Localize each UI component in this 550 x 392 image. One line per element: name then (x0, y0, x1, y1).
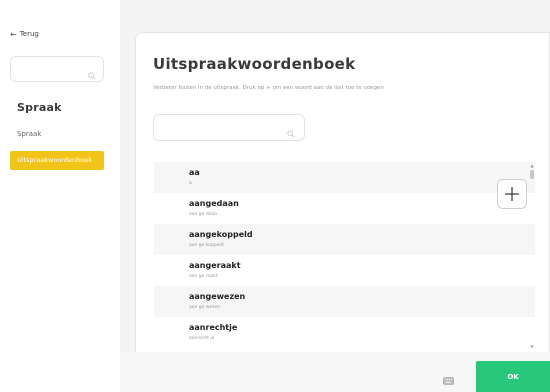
pronunciation: aan ge wezen (189, 305, 221, 310)
list-item[interactable]: aanrechtje aanrecht je (154, 317, 535, 348)
add-word-button[interactable] (497, 179, 527, 209)
arrow-left-icon: ← (10, 29, 17, 39)
pronunciation: a (189, 181, 192, 186)
list-item[interactable]: aangedaan aan ge daan (154, 193, 535, 224)
plus-icon (505, 187, 519, 201)
list-item[interactable]: aangeraakt aan ge raakt (154, 255, 535, 286)
scroll-down-icon[interactable]: ▼ (529, 344, 535, 349)
search-icon (287, 123, 295, 142)
word: aanrechtje (189, 323, 238, 332)
pronunciation: aanrecht je (189, 336, 215, 341)
word: aangedaan (189, 199, 239, 208)
sidebar: ← Terug Spraak Spraak Uitspraakwoordenbo… (0, 0, 120, 392)
keyboard-icon[interactable] (443, 370, 454, 389)
list-item[interactable]: aangekoppeld aan ge koppeld (154, 224, 535, 255)
back-label: Terug (19, 30, 39, 38)
word: aa (189, 168, 200, 177)
content-card: Uitspraakwoordenboek Verbeter fouten in … (135, 32, 550, 392)
sidebar-item-uitspraakwoordenboek[interactable]: Uitspraakwoordenboek (10, 151, 104, 170)
scroll-up-icon[interactable]: ▲ (529, 163, 535, 168)
page-subtitle: Verbeter fouten in de uitspraak. Druk op… (153, 85, 384, 91)
back-link[interactable]: ← Terug (10, 30, 39, 38)
sidebar-item-spraak[interactable]: Spraak (17, 130, 41, 138)
word: aangewezen (189, 292, 246, 301)
word-list: aa a aangedaan aan ge daan aangekoppeld … (154, 162, 535, 354)
search-icon (88, 65, 96, 84)
scrollbar-thumb[interactable] (530, 170, 534, 179)
sidebar-search-input[interactable] (10, 56, 104, 82)
list-item[interactable]: aa a (154, 162, 535, 193)
pronunciation: aan ge koppeld (189, 243, 224, 248)
word: aangeraakt (189, 261, 241, 270)
pronunciation: aan ge daan (189, 212, 218, 217)
ok-button[interactable]: OK (476, 361, 550, 392)
sidebar-heading: Spraak (17, 101, 62, 114)
pronunciation: aan ge raakt (189, 274, 218, 279)
word: aangekoppeld (189, 230, 253, 239)
list-item[interactable]: aangewezen aan ge wezen (154, 286, 535, 317)
page-title: Uitspraakwoordenboek (153, 55, 356, 73)
dictionary-search-input[interactable] (153, 114, 305, 141)
list-scrollbar[interactable]: ▲ ▼ (528, 161, 536, 351)
